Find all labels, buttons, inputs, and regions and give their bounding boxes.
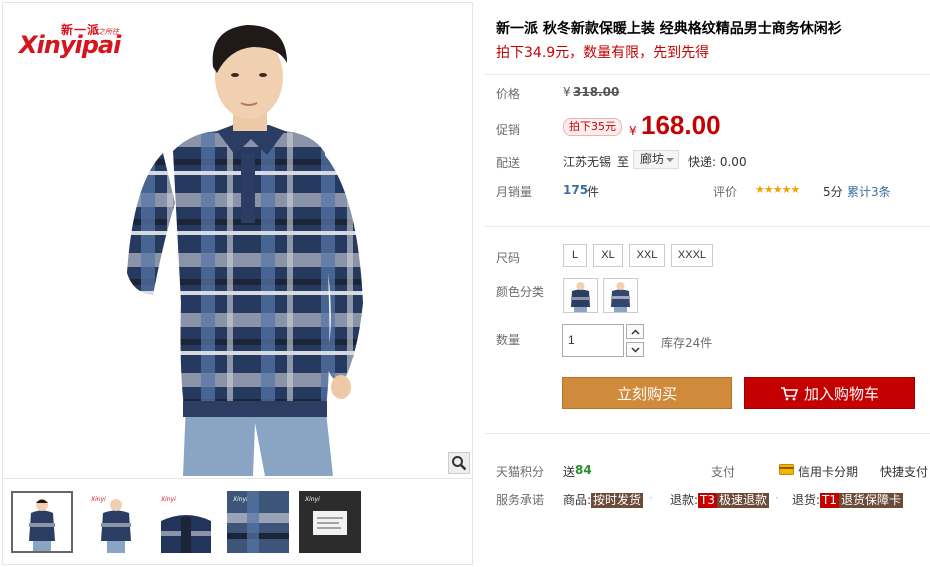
service-label: 服务承诺 [496,493,545,507]
quantity-decrease-button[interactable] [626,342,644,357]
size-option-xxl[interactable]: XXL [629,244,665,267]
reviews-link[interactable]: 累计3条 [847,183,891,200]
size-label: 尺码 [496,251,521,265]
thumbnail-3[interactable]: Xinyi [155,491,217,553]
quantity-increase-button[interactable] [626,324,644,339]
thumbnail-1[interactable] [11,491,73,553]
chevron-up-icon [630,328,640,335]
color-label: 颜色分类 [496,285,545,299]
product-title: 新一派 秋冬新款保暖上装 经典格纹精品男士商务休闲衫 [496,21,842,37]
size-option-xxxl[interactable]: XXXL [671,244,713,267]
magnifier-icon [452,456,467,471]
quick-pay[interactable]: 快捷支付 [880,463,928,480]
svg-text:Xinyi: Xinyi [304,496,320,503]
shipping-to-word: 至 [617,155,630,169]
chevron-down-icon [666,158,674,162]
credit-card-icon [779,464,794,475]
promo-price: 168.00 [641,110,721,140]
service-refund-tag: 极速退款 [717,493,770,508]
service-return-tag: 退货保障卡 [839,493,904,508]
thumbnail-image: Xinyi [227,491,289,553]
thumbnail-image: Xinyi [85,491,147,553]
credit-installment[interactable]: 信用卡分期 [798,463,858,480]
original-price: 318.00 [573,85,620,99]
thumbnail-4[interactable]: Xinyi [227,491,289,553]
shipping-fee: 快递: 0.00 [688,155,747,169]
model-illustration [127,25,363,476]
service-goods-tag: 按时发货 [591,493,644,508]
payment-label: 支付 [711,465,736,479]
separator-dot: · [649,491,653,505]
product-info: 新一派 秋冬新款保暖上装 经典格纹精品男士商务休闲衫 拍下34.9元，数量有限，… [485,0,930,567]
zoom-button[interactable] [448,452,470,474]
size-option-xl[interactable]: XL [593,244,623,267]
service-return-code: T1 [820,493,840,508]
points-prefix: 送 [563,465,576,479]
service-refund: 退款: T3 极速退款 [670,491,770,508]
points-value: 84 [575,463,592,477]
thumbnail-image: Xinyi [155,491,217,553]
color-option-1[interactable] [563,278,598,313]
thumbnail-image: Xinyi [299,491,361,553]
shipping-from: 江苏无锡 [563,155,612,169]
separator-dot: · [775,491,779,505]
divider [485,74,930,75]
service-return-label: 退货: [792,493,821,507]
original-currency: ¥ [563,85,571,99]
service-goods-label: 商品: [563,493,592,507]
cart-icon [780,387,799,401]
price-label: 价格 [496,87,521,101]
svg-text:Xinyi: Xinyi [160,496,176,503]
color-option-2[interactable] [603,278,638,313]
svg-text:Xinyi: Xinyi [90,496,106,503]
promo-tag: 拍下35元 [563,118,622,136]
service-goods: 商品: 按时发货 [563,491,644,508]
product-subtitle: 拍下34.9元，数量有限，先到先得 [496,45,710,61]
quantity-label: 数量 [496,333,521,347]
color-swatch-image [571,282,590,312]
quantity-input[interactable]: 1 [562,324,624,357]
rating-label: 评价 [713,185,738,199]
shipping-label: 配送 [496,156,521,170]
promo-currency: ¥ [629,124,637,138]
size-option-l[interactable]: L [563,244,587,267]
sales-unit: 件 [587,185,600,199]
destination-select[interactable]: 廊坊 [633,150,679,169]
rating-stars: ★★★★★ [755,183,800,196]
buy-now-button[interactable]: 立刻购买 [562,377,732,409]
product-gallery: Xinyipai 新一派 心之所往 Xinyi Xinyi Xinyi Xiny… [2,2,473,565]
points-label: 天猫积分 [496,465,545,479]
thumbnail-2[interactable]: Xinyi [85,491,147,553]
main-product-photo[interactable]: Xinyipai 新一派 心之所往 [3,3,472,476]
svg-text:Xinyi: Xinyi [232,496,248,503]
sales-count: 175 [563,183,589,197]
thumbnail-image [13,493,71,551]
stock-text: 库存24件 [661,336,713,350]
divider [485,433,930,434]
sales-label: 月销量 [496,185,533,199]
service-return: 退货: T1 退货保障卡 [792,491,904,508]
rating-score: 5分 [823,185,843,199]
promo-label: 促销 [496,123,521,137]
product-page: Xinyipai 新一派 心之所往 Xinyi Xinyi Xinyi Xiny… [0,0,930,567]
service-refund-code: T3 [698,493,718,508]
color-swatch-image [611,282,630,312]
thumbnail-strip: Xinyi Xinyi Xinyi Xinyi [3,478,472,564]
destination-value: 廊坊 [640,152,665,166]
add-to-cart-button[interactable]: 加入购物车 [744,377,915,409]
service-refund-label: 退款: [670,493,699,507]
divider [485,226,930,227]
chevron-down-icon [630,346,640,353]
thumbnail-5[interactable]: Xinyi [299,491,361,553]
add-to-cart-label: 加入购物车 [803,385,879,403]
